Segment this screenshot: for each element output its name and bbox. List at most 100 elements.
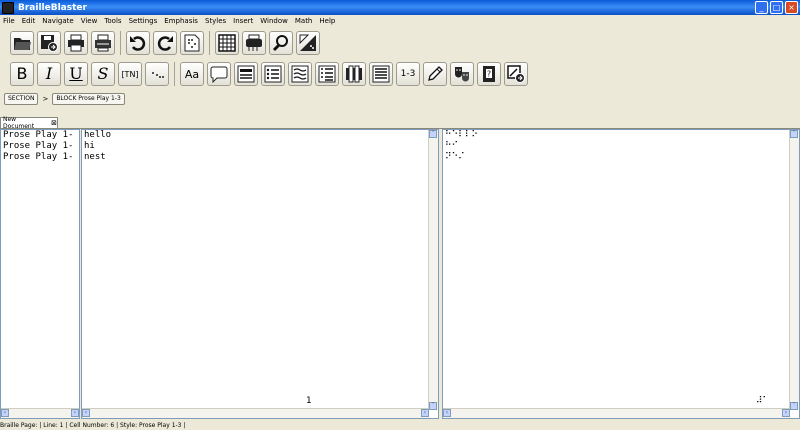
menu-insert[interactable]: Insert (230, 17, 257, 25)
heading-button[interactable] (234, 62, 258, 86)
pencil-icon (428, 66, 443, 81)
embosser-settings-button[interactable] (242, 31, 266, 55)
style-toolbar: B I U S [TN] Aa 1-3 ? (0, 60, 528, 88)
braille-dots-button[interactable] (145, 62, 169, 86)
maximize-button[interactable]: □ (770, 1, 783, 14)
main-toolbar (0, 29, 320, 57)
document-tab-strip: New Document ⊠ (0, 116, 800, 130)
text-line[interactable]: hi (82, 141, 438, 152)
edit-button[interactable] (423, 62, 447, 86)
styles-button[interactable]: Aa (180, 62, 204, 86)
braille-line[interactable]: ⠓⠑⠇⠇⠕ (443, 130, 799, 141)
printer-icon (68, 34, 84, 52)
help-button[interactable]: ? (477, 62, 501, 86)
tab-new-document[interactable]: New Document ⊠ (0, 116, 58, 130)
style-pane[interactable]: Prose Play 1- Prose Play 1- Prose Play 1… (0, 129, 80, 419)
embosser-icon (95, 34, 111, 52)
save-button[interactable] (37, 31, 61, 55)
heading-icon (237, 65, 255, 83)
braille-dots-icon (152, 72, 164, 78)
text-editor-pane[interactable]: hello hi nest 1 ˄ ˅ ‹ › (81, 129, 439, 419)
menu-window[interactable]: Window (257, 17, 292, 25)
transcriber-note-button[interactable]: [TN] (118, 62, 142, 86)
braille-pane-hscroll[interactable]: ‹ › (443, 408, 790, 418)
search-button[interactable] (269, 31, 293, 55)
bold-button[interactable]: B (10, 62, 34, 86)
text-pane-hscroll[interactable]: ‹ › (82, 408, 429, 418)
braille-line[interactable]: ⠝⠑⠌ (443, 152, 799, 163)
braille-preview-button[interactable] (180, 31, 204, 55)
numbered-list-button[interactable] (315, 62, 339, 86)
scroll-up-arrow[interactable]: ˄ (429, 130, 437, 138)
scroll-left-arrow[interactable]: ‹ (82, 409, 90, 417)
toolbar-separator (174, 62, 175, 86)
translate-button[interactable] (296, 31, 320, 55)
braille-pane-vscroll[interactable]: ˄ ˅ (789, 130, 799, 410)
embosser-icon (246, 34, 262, 51)
text-pane-vscroll[interactable]: ˄ ˅ (428, 130, 438, 410)
toolbar-separator (209, 31, 210, 55)
poetry-button[interactable] (288, 62, 312, 86)
scroll-left-arrow[interactable]: ‹ (1, 409, 9, 417)
drama-masks-icon (455, 67, 469, 82)
minimize-button[interactable]: _ (755, 1, 768, 14)
menu-styles[interactable]: Styles (202, 17, 230, 25)
save-icon (41, 35, 58, 52)
text-line[interactable]: nest (82, 152, 438, 163)
menu-view[interactable]: View (78, 17, 102, 25)
menu-tools[interactable]: Tools (101, 17, 125, 25)
menu-help[interactable]: Help (316, 17, 339, 25)
app-icon (2, 1, 14, 14)
emboss-button[interactable] (91, 31, 115, 55)
tab-label: New Document (3, 116, 35, 130)
menu-math[interactable]: Math (292, 17, 317, 25)
italic-button[interactable]: I (37, 62, 61, 86)
title-bar: BrailleBlaster _ □ × (0, 0, 800, 15)
table-button[interactable] (215, 31, 239, 55)
range-button[interactable]: 1-3 (396, 62, 420, 86)
theater-button[interactable] (450, 62, 474, 86)
text-block-button[interactable] (369, 62, 393, 86)
print-button[interactable] (64, 31, 88, 55)
scroll-right-arrow[interactable]: › (421, 409, 429, 417)
undo-button[interactable] (126, 31, 150, 55)
scroll-down-arrow[interactable]: ˅ (790, 402, 798, 410)
speech-bubble-button[interactable] (207, 62, 231, 86)
scroll-down-arrow[interactable]: ˅ (429, 402, 437, 410)
print-page-number: 1 (306, 396, 312, 406)
open-button[interactable] (10, 31, 34, 55)
menu-file[interactable]: File (0, 17, 19, 25)
redo-button[interactable] (153, 31, 177, 55)
tab-close-icon[interactable]: ⊠ (51, 119, 57, 127)
breadcrumb-section[interactable]: SECTION (4, 93, 39, 105)
script-button[interactable]: S (91, 62, 115, 86)
menu-emphasis[interactable]: Emphasis (161, 17, 202, 25)
export-button[interactable] (504, 62, 528, 86)
scroll-right-arrow[interactable]: › (782, 409, 790, 417)
menu-settings[interactable]: Settings (126, 17, 162, 25)
play-icon (346, 65, 362, 83)
breadcrumb: SECTION > BLOCK Prose Play 1-3 (4, 93, 125, 105)
braille-pane[interactable]: ⠓⠑⠇⠇⠕ ⠓⠊ ⠝⠑⠌ ⠼⠁ ˄ ˅ ‹ › (442, 129, 800, 419)
bulleted-list-icon (264, 65, 282, 83)
breadcrumb-block[interactable]: BLOCK Prose Play 1-3 (52, 93, 125, 105)
list-button[interactable] (261, 62, 285, 86)
menu-navigate[interactable]: Navigate (39, 17, 77, 25)
play-button[interactable] (342, 62, 366, 86)
svg-text:?: ? (487, 70, 491, 79)
wavy-lines-icon (291, 65, 309, 83)
scroll-right-arrow[interactable]: › (71, 409, 79, 417)
menu-edit[interactable]: Edit (19, 17, 40, 25)
text-line[interactable]: hello (82, 130, 438, 141)
close-button[interactable]: × (785, 1, 798, 14)
underline-button[interactable]: U (64, 62, 88, 86)
numbered-list-icon (318, 65, 336, 83)
scroll-left-arrow[interactable]: ‹ (443, 409, 451, 417)
status-bar: Braille Page: | Line: 1 | Cell Number: 6… (0, 422, 186, 429)
speech-bubble-icon (210, 66, 228, 83)
export-icon (507, 65, 525, 83)
style-line: Prose Play 1- (3, 130, 74, 140)
scroll-up-arrow[interactable]: ˄ (790, 130, 798, 138)
style-pane-hscroll[interactable]: ‹ › (1, 408, 79, 418)
braille-line[interactable]: ⠓⠊ (443, 141, 799, 152)
